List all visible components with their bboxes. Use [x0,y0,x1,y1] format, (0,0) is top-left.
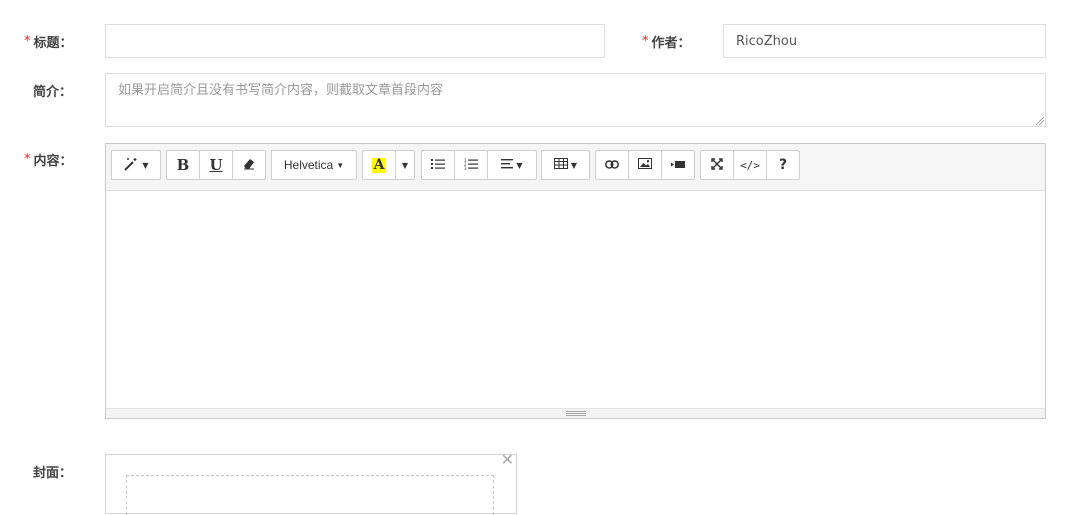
ordered-list-button[interactable]: 1 2 3 [454,150,488,180]
cover-uploader: ✕ [105,452,517,515]
font-name-group: Helvetica ▼ [271,150,357,180]
eraser-icon [243,158,255,173]
codeview-button[interactable]: </> [733,150,767,180]
font-name-dropdown[interactable]: Helvetica ▼ [271,150,357,180]
required-mark: * [642,33,649,49]
picture-button[interactable] [628,150,662,180]
close-icon[interactable]: ✕ [501,452,514,468]
title-label-text: 标题： [33,35,73,51]
paragraph-group: 1 2 3 ▼ [421,150,537,180]
content-label-text: 内容： [33,153,73,169]
author-input[interactable] [723,24,1046,58]
underline-button[interactable]: U [199,150,233,180]
cover-label-text: 封面： [33,465,73,481]
summary-label-text: 简介： [33,84,73,100]
required-mark: * [24,151,31,167]
table-icon [553,158,568,172]
unordered-list-icon [431,158,445,173]
style-group: ▼ [111,150,161,180]
title-input[interactable] [105,24,605,58]
image-icon [638,158,652,172]
align-left-icon [501,158,514,172]
summary-wrapper [105,73,1046,127]
video-button[interactable] [661,150,695,180]
editor-statusbar[interactable] [106,408,1045,418]
color-dropdown-button[interactable]: ▼ [395,150,415,180]
editor-content-area[interactable] [106,190,1045,409]
caret-down-icon: ▼ [401,160,409,170]
video-icon [671,158,685,172]
font-style-group: B U [166,150,266,180]
color-button[interactable]: A [362,150,396,180]
color-group: A ▼ [362,150,415,180]
insert-group [595,150,695,180]
link-button[interactable] [595,150,629,180]
author-label-text: 作者： [651,35,691,51]
title-label: * 标题： [24,32,73,51]
caret-down-icon: ▼ [336,160,345,170]
caret-down-icon: ▼ [570,160,578,170]
link-icon [605,158,619,172]
cover-label: 封面： [33,462,73,481]
table-group: ▼ [541,150,590,180]
fullscreen-icon [711,157,723,173]
table-dropdown-button[interactable]: ▼ [541,150,590,180]
style-dropdown-button[interactable]: ▼ [111,150,161,180]
svg-text:3: 3 [464,166,467,170]
view-group: </> ? [700,150,800,180]
cover-drop-zone[interactable] [126,475,494,515]
unordered-list-button[interactable] [421,150,455,180]
clear-format-button[interactable] [232,150,266,180]
ordered-list-icon: 1 2 3 [464,158,478,173]
rich-text-editor: ▼ B U Helvetica ▼ A ▼ 1 2 3 ▼ ▼ </> ? [105,143,1046,419]
resize-handle-icon[interactable] [565,411,586,416]
caret-down-icon: ▼ [142,160,149,170]
author-label: * 作者： [642,32,691,51]
magic-wand-icon [123,157,139,174]
summary-textarea[interactable] [105,73,1046,127]
fullscreen-button[interactable] [700,150,734,180]
text-color-icon: A [371,156,387,173]
help-button[interactable]: ? [766,150,800,180]
resize-grip-icon[interactable] [1036,117,1044,125]
content-label: * 内容： [24,150,73,169]
summary-label: 简介： [33,81,73,100]
bold-button[interactable]: B [166,150,200,180]
align-dropdown-button[interactable]: ▼ [487,150,537,180]
font-name-value: Helvetica [283,158,334,172]
editor-toolbar: ▼ B U Helvetica ▼ A ▼ 1 2 3 ▼ ▼ </> ? [106,144,1045,191]
required-mark: * [24,33,31,49]
caret-down-icon: ▼ [516,160,523,170]
